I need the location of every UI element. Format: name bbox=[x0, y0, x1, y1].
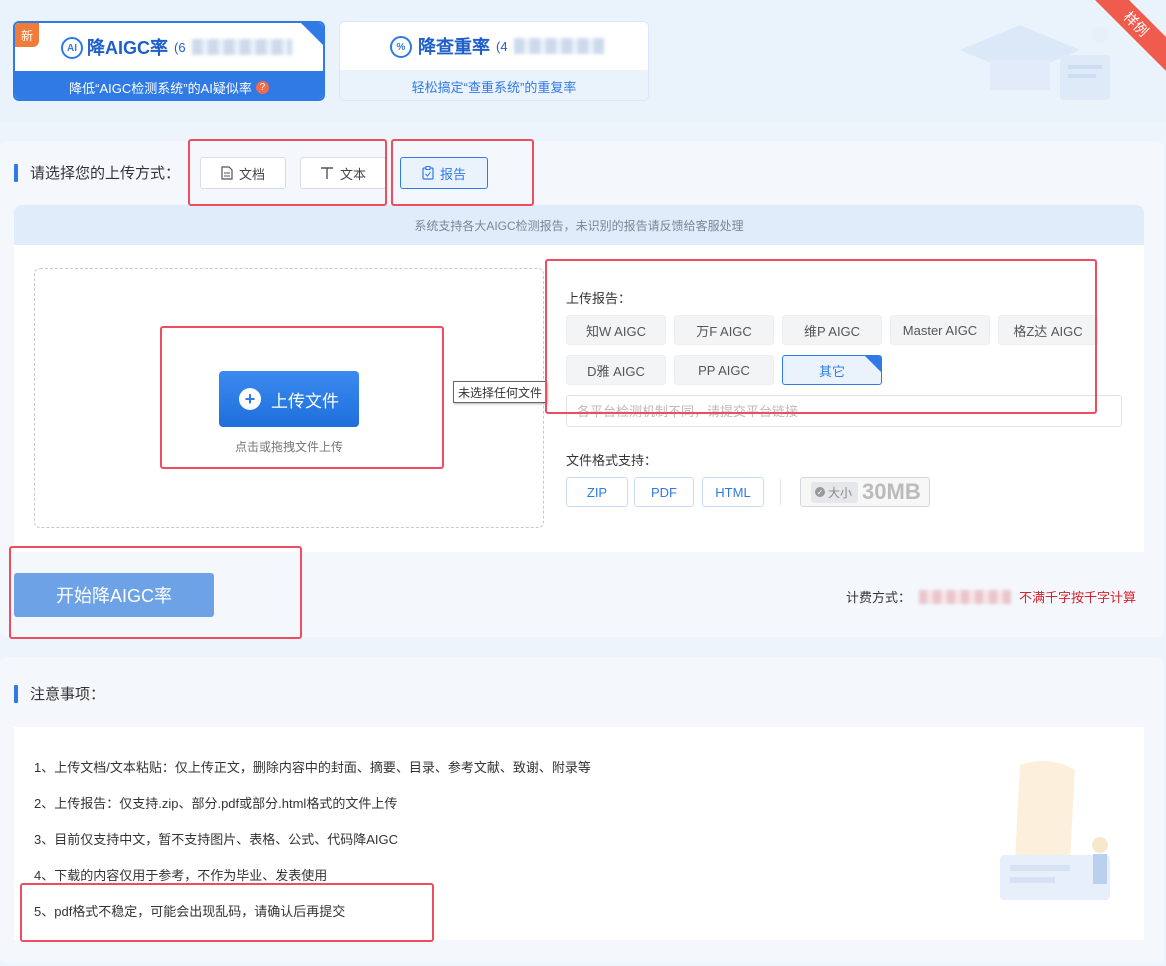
notes-title: 注意事项： bbox=[14, 683, 105, 704]
upload-hint: 点击或拖拽文件上传 bbox=[234, 440, 343, 454]
platform-option[interactable]: D雅 AIGC bbox=[566, 355, 666, 385]
notes-title-label: 注意事项： bbox=[30, 686, 106, 703]
selected-check-icon bbox=[865, 356, 881, 372]
size-label: ✓ 大小 bbox=[811, 481, 859, 503]
tab-reduce-aigc[interactable]: 新 AI 降AIGC率 (6 降低“AIGC检测系统”的AI疑似率 ? bbox=[13, 21, 325, 101]
method-label: 文档 bbox=[238, 166, 265, 182]
billing-info: 计费方式： 不满千字按千字计算 bbox=[846, 587, 1136, 606]
title-bar bbox=[14, 684, 18, 703]
size-label-text: 大小 bbox=[828, 485, 853, 500]
tab-prefix: (6 bbox=[174, 39, 186, 55]
upload-report-label: 上传报告： bbox=[566, 291, 632, 306]
tab-title: 降AIGC率 bbox=[87, 38, 168, 58]
redacted-price bbox=[513, 38, 604, 54]
platform-option[interactable]: 知W AIGC bbox=[566, 315, 666, 345]
percent-icon: % bbox=[390, 36, 412, 58]
upload-button-label: 上传文件 bbox=[271, 391, 339, 411]
plus-icon: + bbox=[239, 388, 261, 410]
billing-note: 不满千字按千字计算 bbox=[1019, 590, 1137, 605]
selected-check-icon bbox=[301, 23, 323, 45]
method-label: 报告 bbox=[439, 166, 466, 182]
ai-icon: AI bbox=[61, 37, 83, 59]
platform-option[interactable]: Master AIGC bbox=[890, 315, 990, 345]
upload-method-title: 请选择您的上传方式： bbox=[14, 162, 180, 183]
report-icon bbox=[422, 166, 434, 180]
method-text-button[interactable]: 文本 bbox=[300, 157, 386, 189]
redacted-billing bbox=[919, 589, 1012, 604]
platform-option[interactable]: 格Z达 AIGC bbox=[998, 315, 1098, 345]
size-value: 30MB bbox=[862, 479, 921, 504]
upload-file-button[interactable]: + 上传文件 bbox=[219, 371, 359, 427]
help-icon[interactable]: ? bbox=[255, 80, 269, 94]
note-item: 5、pdf格式不稳定，可能会出现乱码，请确认后再提交 bbox=[34, 904, 346, 919]
note-item: 3、目前仅支持中文，暂不支持图片、表格、公式、代码降AIGC bbox=[34, 832, 399, 847]
mode-tab-area: 新 AI 降AIGC率 (6 降低“AIGC检测系统”的AI疑似率 ? % 降查… bbox=[0, 0, 1166, 122]
divider bbox=[780, 479, 781, 505]
start-reduce-aigc-button[interactable]: 开始降AIGC率 bbox=[14, 573, 214, 617]
document-icon bbox=[221, 166, 233, 180]
platform-option[interactable]: 万F AIGC bbox=[674, 315, 774, 345]
billing-label: 计费方式： bbox=[846, 590, 912, 605]
platform-option[interactable]: 维P AIGC bbox=[782, 315, 882, 345]
no-file-tooltip: 未选择任何文件 bbox=[453, 381, 548, 403]
title-bar bbox=[14, 163, 18, 182]
tab-subtitle: 轻松搞定“查重系统”的重复率 bbox=[411, 79, 577, 95]
format-zip-badge: ZIP bbox=[566, 477, 628, 507]
platform-link-input[interactable] bbox=[566, 395, 1122, 427]
note-item: 2、上传报告：仅支持.zip、部分.pdf或部分.html格式的文件上传 bbox=[34, 796, 398, 811]
platform-option-selected[interactable]: 其它 bbox=[782, 355, 882, 385]
text-icon bbox=[320, 167, 333, 179]
format-html-badge: HTML bbox=[702, 477, 764, 507]
method-document-button[interactable]: 文档 bbox=[200, 157, 286, 189]
info-strip: 系统支持各大AIGC检测报告，未识别的报告请反馈给客服处理 bbox=[14, 205, 1144, 245]
notes-illustration-icon bbox=[1000, 761, 1110, 900]
redacted-price bbox=[191, 39, 292, 55]
size-limit-badge: ✓ 大小 30MB bbox=[800, 477, 930, 507]
tab-title: 降查重率 bbox=[418, 37, 490, 57]
new-badge: 新 bbox=[15, 23, 39, 47]
note-item: 1、上传文档/文本粘贴：仅上传正文，删除内容中的封面、摘要、目录、参考文献、致谢… bbox=[34, 760, 591, 775]
file-format-label: 文件格式支持： bbox=[566, 453, 658, 468]
format-pdf-badge: PDF bbox=[634, 477, 694, 507]
tab-prefix: (4 bbox=[496, 38, 508, 54]
tab-reduce-duplicate[interactable]: % 降查重率 (4 轻松搞定“查重系统”的重复率 bbox=[339, 21, 649, 101]
note-item: 4、下载的内容仅用于参考，不作为毕业、发表使用 bbox=[34, 868, 328, 883]
platform-label: 其它 bbox=[818, 363, 845, 379]
check-icon: ✓ bbox=[815, 487, 825, 497]
graduation-illustration-icon bbox=[960, 25, 1110, 100]
tab-subtitle: 降低“AIGC检测系统”的AI疑似率 bbox=[69, 80, 252, 96]
platform-option[interactable]: PP AIGC bbox=[674, 355, 774, 385]
method-label: 文本 bbox=[339, 166, 366, 182]
method-report-button[interactable]: 报告 bbox=[400, 157, 488, 189]
upload-method-label: 请选择您的上传方式： bbox=[30, 165, 181, 182]
